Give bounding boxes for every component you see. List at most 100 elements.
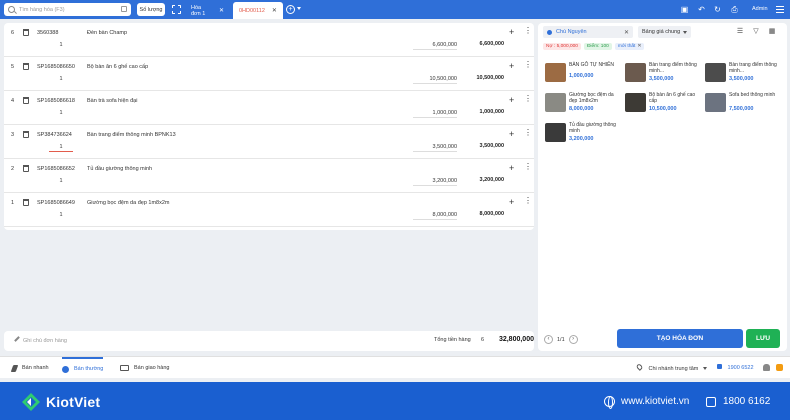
chevron-down-icon[interactable] xyxy=(297,7,301,10)
quantity-mode-button[interactable]: Số lượng xyxy=(137,3,165,16)
filter-icon[interactable]: ▽ xyxy=(752,28,760,36)
plus-icon[interactable]: + xyxy=(509,163,514,173)
lock-icon[interactable] xyxy=(121,6,127,12)
price-input[interactable]: 6,600,000 xyxy=(413,40,457,50)
trash-icon[interactable] xyxy=(23,63,29,70)
website-link[interactable]: www.kiotviet.vn xyxy=(604,396,690,409)
chat-icon[interactable] xyxy=(776,364,783,371)
search-icon xyxy=(8,6,15,13)
create-invoice-button[interactable]: TẠO HÓA ĐƠN xyxy=(617,329,743,348)
trash-icon[interactable] xyxy=(23,131,29,138)
close-tab-icon[interactable]: ✕ xyxy=(219,7,224,14)
row-index: 2 xyxy=(11,166,15,172)
support-phone[interactable]: 1800 6162 xyxy=(706,396,770,407)
product-card[interactable]: Tủ đầu giường thông minh 3,200,000 xyxy=(545,122,623,152)
trash-icon[interactable] xyxy=(23,165,29,172)
plus-icon[interactable]: + xyxy=(509,129,514,139)
undo-icon[interactable]: ↶ xyxy=(697,5,706,14)
tab-invoice-1[interactable]: Hóa đơn 1 ✕ xyxy=(185,2,230,19)
mode-normal-sale[interactable]: Bán thường xyxy=(62,357,104,379)
quantity-input[interactable]: 1 xyxy=(49,176,73,186)
price-input[interactable]: 1,000,000 xyxy=(413,108,457,118)
price-input[interactable]: 8,000,000 xyxy=(413,210,457,220)
trash-icon[interactable] xyxy=(23,199,29,206)
mode-delivery-sale[interactable]: Bán giao hàng xyxy=(120,357,169,379)
plus-icon[interactable]: + xyxy=(509,95,514,105)
product-card[interactable]: BÀN GỖ TỰ NHIÊN 1,000,000 xyxy=(545,62,623,92)
barcode-scan-icon[interactable] xyxy=(172,5,181,14)
more-icon[interactable]: ⋮ xyxy=(524,27,532,35)
product-name: Bộ bàn ăn 6 ghế cao cấp xyxy=(87,64,149,70)
refresh-icon[interactable]: ↻ xyxy=(713,5,722,14)
page-indicator: 1/1 xyxy=(557,336,565,343)
product-card[interactable]: Bộ bàn ăn 6 ghế cao cấp 10,500,000 xyxy=(625,92,703,122)
close-tab-icon[interactable]: ✕ xyxy=(272,7,277,14)
quantity-input[interactable]: 1 xyxy=(49,142,73,152)
cart-row: 6 3560388 Đèn bàn Champ + ⋮ 1 6,600,000 … xyxy=(4,23,534,57)
bag-icon[interactable]: ▣ xyxy=(680,5,689,14)
brand-footer: KiotViet www.kiotviet.vn 1800 6162 xyxy=(0,382,790,420)
more-icon[interactable]: ⋮ xyxy=(524,61,532,69)
close-icon[interactable]: ✕ xyxy=(624,29,629,36)
price-input[interactable]: 3,500,000 xyxy=(413,142,457,152)
product-card[interactable]: Bàn trang điểm thông minh... 3,500,000 xyxy=(625,62,703,92)
trash-icon[interactable] xyxy=(23,97,29,104)
order-note-input[interactable]: Ghi chú đơn hàng xyxy=(23,338,67,344)
price-input[interactable]: 3,200,000 xyxy=(413,176,457,186)
clock-icon xyxy=(62,365,69,373)
location-pin-icon xyxy=(635,363,644,371)
quantity-input[interactable]: 1 xyxy=(49,74,73,84)
price-input[interactable]: 10,500,000 xyxy=(413,74,457,84)
plus-icon[interactable]: + xyxy=(509,27,514,37)
chevron-right-icon[interactable]: › xyxy=(568,335,578,344)
trash-icon[interactable] xyxy=(23,29,29,36)
more-icon[interactable]: ⋮ xyxy=(524,163,532,171)
plus-icon[interactable]: + xyxy=(509,197,514,207)
more-icon[interactable]: ⋮ xyxy=(524,95,532,103)
points-badge: Điểm: 100 xyxy=(583,43,612,50)
plus-icon[interactable]: + xyxy=(509,61,514,71)
image-icon[interactable]: ▦ xyxy=(768,28,776,36)
sale-mode-bar: Bán nhanh Bán thường Bán giao hàng Chi n… xyxy=(0,356,790,378)
product-card[interactable]: Bàn trang điểm thông minh... 3,500,000 xyxy=(705,62,783,92)
save-button[interactable]: LƯU xyxy=(746,329,780,348)
product-thumbnail xyxy=(625,93,646,112)
add-tab-icon[interactable]: + xyxy=(286,5,295,14)
menu-icon[interactable] xyxy=(776,6,784,15)
product-thumbnail xyxy=(545,123,566,142)
customer-selector[interactable]: Chú Nguyên ✕ xyxy=(543,26,633,38)
close-icon[interactable]: ✕ xyxy=(637,44,641,49)
chevron-down-icon xyxy=(702,367,707,371)
tab-invoice-active[interactable]: 0HD00112 ✕ xyxy=(233,2,283,19)
hotline-number: 1900 6522 xyxy=(727,365,754,371)
status-badge: mới thất ✕ xyxy=(614,43,645,50)
product-code: SP1685086649 xyxy=(37,200,75,206)
product-name: Tủ đầu giường thông minh xyxy=(569,122,616,134)
chevron-left-icon[interactable]: ‹ xyxy=(544,335,553,344)
debt-badge: Nợ : 5,000,000 xyxy=(543,43,581,50)
total-count: 6 xyxy=(481,337,485,343)
quantity-input[interactable]: 1 xyxy=(49,40,73,50)
quantity-input[interactable]: 1 xyxy=(49,108,73,118)
kiotviet-logo-icon xyxy=(22,393,40,411)
website-text: www.kiotviet.vn xyxy=(621,396,690,407)
product-card[interactable]: Giường bọc đệm da đẹp 1m8x2m 8,000,000 xyxy=(545,92,623,122)
mode-quick-sale[interactable]: Bán nhanh xyxy=(10,357,49,379)
line-total: 8,000,000 xyxy=(479,211,504,217)
list-add-icon[interactable]: ☰ xyxy=(736,28,744,36)
more-icon[interactable]: ⋮ xyxy=(524,197,532,205)
product-search-box[interactable]: Tìm hàng hóa (F3) xyxy=(4,3,131,16)
pricelist-select[interactable]: Bảng giá chung xyxy=(638,26,691,38)
user-name[interactable]: Admin xyxy=(752,6,768,12)
bell-icon[interactable] xyxy=(763,364,770,371)
row-index: 5 xyxy=(11,64,15,70)
quantity-input[interactable]: 1 xyxy=(49,210,73,220)
branch-selector[interactable]: Chi nhánh trung tâm xyxy=(635,363,707,372)
total-label: Tổng tiền hàng xyxy=(434,337,471,343)
pagination: ‹ 1/1 › xyxy=(544,335,578,344)
product-card[interactable]: Sofa bed thông minh 7,500,000 xyxy=(705,92,783,122)
printer-icon[interactable]: ⎙ xyxy=(730,5,739,14)
more-icon[interactable]: ⋮ xyxy=(524,129,532,137)
product-thumbnail xyxy=(705,93,726,112)
hotline[interactable]: 1900 6522 xyxy=(717,364,754,371)
